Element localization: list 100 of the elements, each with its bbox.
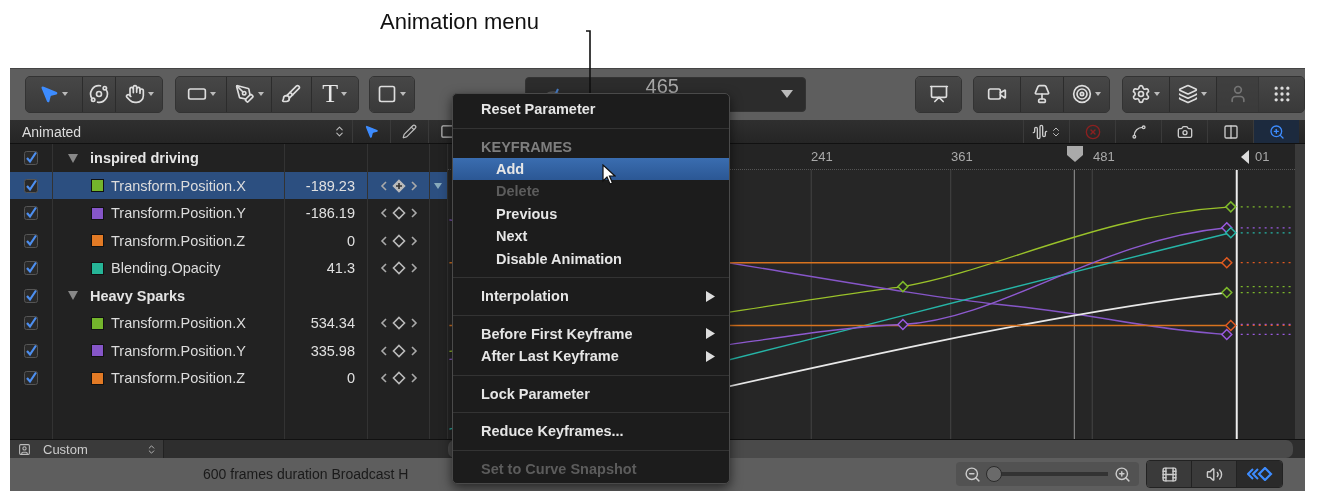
playhead-icon[interactable] [1067,146,1083,163]
menu-item[interactable]: Reset Parameter [453,98,729,121]
caret-icon [1094,92,1101,97]
parameter-value: 0 [346,232,356,249]
dropdown-icon[interactable] [434,182,442,189]
ruler-label: 241 [811,149,833,165]
out-point-icon[interactable] [1241,150,1249,165]
slider-thumb[interactable] [986,466,1003,483]
callout-label: Animation menu [380,8,539,36]
arrow-icon [364,124,379,140]
vertical-scrollbar[interactable] [1295,144,1305,440]
view-button[interactable] [1237,461,1282,488]
menu-item[interactable]: Previous [453,202,729,225]
keyframe-nav-icon[interactable] [380,206,418,221]
menu-section-header: KEYFRAMES [480,137,574,157]
zoom-out-icon[interactable] [964,465,981,483]
parameter-value: 534.34 [310,315,356,332]
layer-row[interactable]: inspired driving [10,144,448,172]
stepper-icon [146,443,157,455]
parameter-row[interactable]: Blending.Opacity 41.3 [10,254,448,282]
disclosure-triangle-icon[interactable] [68,153,78,163]
keyframe-nav-icon[interactable] [380,371,418,386]
ruler-label: 01 [1255,149,1270,165]
menu-item[interactable]: Lock Parameter [453,382,729,405]
ruler-label: 481 [1093,149,1115,165]
status-text: 600 frames duration Broadcast H [203,466,409,483]
tool-button[interactable] [227,76,273,112]
keyframe-marker[interactable] [1220,328,1233,341]
parameter-name: Blending.Opacity [111,260,221,277]
checkbox[interactable] [24,316,38,331]
caret-icon [147,92,154,97]
menu-item[interactable]: Reduce Keyframes... [453,420,729,443]
view-button[interactable] [1147,461,1192,488]
keyframe-nav-icon[interactable] [380,261,418,276]
speaker-icon [1205,465,1223,483]
parameter-name: Transform.Position.Y [111,205,246,222]
keyframe-marker[interactable] [1224,319,1237,332]
zoom-in-icon[interactable] [1114,465,1131,483]
parameter-row[interactable]: Transform.Position.Y -186.19 [10,199,448,227]
dropdown-icon[interactable] [781,90,794,99]
parameter-row[interactable]: Transform.Position.X 534.34 [10,309,448,337]
menu-item[interactable]: Disable Animation [453,247,729,270]
checkbox[interactable] [24,343,38,358]
checkbox[interactable] [24,178,38,193]
menu-item[interactable]: Add [453,157,729,180]
menu-item[interactable]: Interpolation [453,285,729,308]
parameter-row[interactable]: Transform.Position.X -189.23 [10,171,448,200]
tool-button[interactable] [272,76,312,112]
timecode-value: 465 [645,76,679,95]
preset-icon [18,442,31,456]
parameter-name: Transform.Position.Z [111,232,246,249]
zoom-in-icon [1268,123,1285,140]
waveform-icon [1031,123,1048,140]
caret-icon [209,92,216,97]
layer-row[interactable]: Heavy Sparks [10,281,448,310]
layers-icon [1178,84,1199,105]
parameter-row[interactable]: Transform.Position.Z 0 [10,364,448,392]
submenu-arrow-icon [706,350,715,362]
tool-button[interactable] [916,76,962,112]
keyframe-nav-icon[interactable] [380,343,418,358]
tool-button[interactable] [974,76,1022,112]
tool-button[interactable] [1169,76,1218,112]
keyframe-marker[interactable] [1220,286,1233,299]
tool-button[interactable] [369,76,414,112]
film-icon [1160,465,1178,483]
graph-tool[interactable] [1253,119,1299,144]
caret-icon [62,92,69,97]
menu-item[interactable]: Before First Keyframe [453,322,729,345]
checkbox[interactable] [24,261,38,276]
lamp-icon [1032,84,1052,105]
parameter-row[interactable]: Transform.Position.Z 0 [10,226,448,255]
caret-icon [341,92,348,97]
menu-item[interactable]: Next [453,225,729,248]
brush-icon [281,84,302,105]
keyframe-marker[interactable] [896,280,909,293]
keyframe-marker[interactable] [1224,226,1237,240]
pen-icon [234,84,255,105]
keyframe-marker[interactable] [1224,201,1237,214]
keyframe-nav-icon[interactable] [380,316,418,331]
caret-icon [1154,92,1161,97]
checkbox[interactable] [24,206,38,221]
tool-button[interactable] [1021,76,1064,112]
checkbox[interactable] [24,233,38,248]
keyframe-nav-icon[interactable] [380,178,418,193]
preset-popup[interactable]: Custom [10,440,164,458]
checkbox[interactable] [24,288,38,303]
square-icon [377,84,398,105]
menu-item[interactable]: After Last Keyframe [453,345,729,368]
view-button[interactable] [1192,461,1237,488]
keyframe-marker[interactable] [1220,256,1233,269]
keyframe-marker[interactable] [896,318,909,331]
tool-button[interactable] [82,76,116,112]
keyframe-nav-icon[interactable] [380,233,418,248]
tool-button[interactable] [1122,76,1170,112]
checkbox[interactable] [24,151,38,166]
parameter-row[interactable]: Transform.Position.Y 335.98 [10,336,448,365]
tool-button[interactable] [176,76,228,112]
checkbox[interactable] [24,371,38,386]
parameter-value: 335.98 [310,342,356,359]
disclosure-triangle-icon[interactable] [68,291,78,301]
